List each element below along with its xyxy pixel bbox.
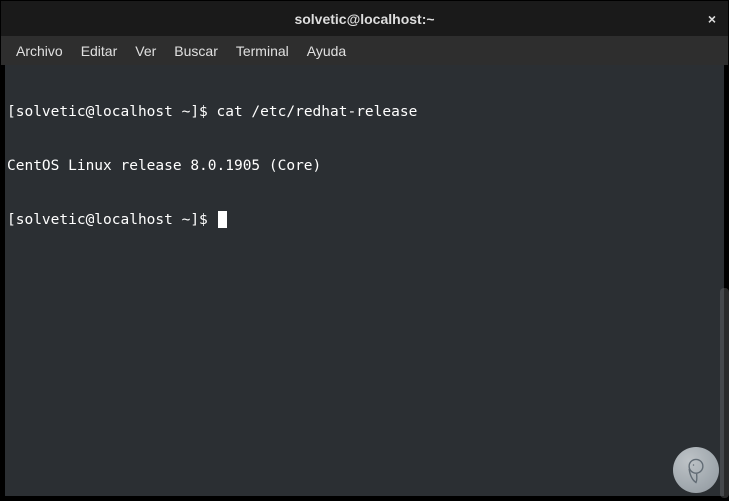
menu-ver[interactable]: Ver: [126, 39, 165, 63]
terminal-line: [solvetic@localhost ~]$: [7, 211, 722, 229]
menu-archivo[interactable]: Archivo: [7, 39, 72, 63]
terminal-body[interactable]: [solvetic@localhost ~]$ cat /etc/redhat-…: [5, 65, 724, 496]
menu-editar[interactable]: Editar: [72, 39, 127, 63]
output-text: CentOS Linux release 8.0.1905 (Core): [7, 158, 321, 174]
prompt: [solvetic@localhost ~]$: [7, 212, 217, 228]
terminal-line: CentOS Linux release 8.0.1905 (Core): [7, 157, 722, 175]
menu-ayuda[interactable]: Ayuda: [298, 39, 355, 63]
titlebar: solvetic@localhost:~ ×: [1, 1, 728, 36]
menubar: Archivo Editar Ver Buscar Terminal Ayuda: [1, 36, 728, 65]
command-text: cat /etc/redhat-release: [217, 104, 418, 120]
cursor-block: [218, 211, 227, 228]
menu-buscar[interactable]: Buscar: [165, 39, 227, 63]
menu-terminal[interactable]: Terminal: [227, 39, 298, 63]
window-title: solvetic@localhost:~: [294, 11, 434, 27]
watermark-icon: [673, 447, 719, 493]
scrollbar[interactable]: [720, 288, 729, 498]
prompt: [solvetic@localhost ~]$: [7, 104, 217, 120]
terminal-line: [solvetic@localhost ~]$ cat /etc/redhat-…: [7, 103, 722, 121]
terminal-window: solvetic@localhost:~ × Archivo Editar Ve…: [0, 0, 729, 501]
close-icon[interactable]: ×: [708, 12, 716, 26]
